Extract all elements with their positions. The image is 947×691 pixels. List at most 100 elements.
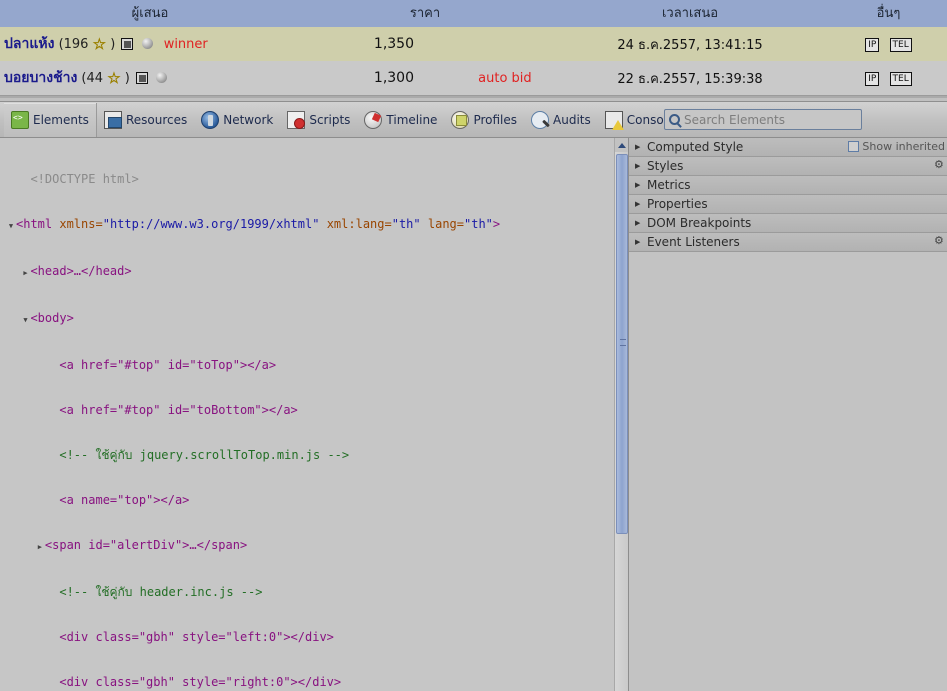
sidebar-section-dom-breakpoints[interactable]: ▶ DOM Breakpoints <box>629 214 947 233</box>
gear-icon[interactable]: ⚙ <box>934 235 945 246</box>
show-inherited-control[interactable]: Show inherited <box>848 140 945 153</box>
chevron-right-icon: ▶ <box>635 238 641 246</box>
section-label: Styles <box>647 159 684 173</box>
dom-line[interactable]: <body> <box>6 311 628 328</box>
gear-icon[interactable]: ⚙ <box>934 159 945 170</box>
tag-div-gbh-left: <div class="gbh" style="left:0"></div> <box>59 630 334 644</box>
col-header-bidder: ผู้เสนอ <box>0 0 300 27</box>
dom-line[interactable]: <a href="#top" id="toTop"></a> <box>6 358 628 373</box>
tab-label: Elements <box>33 112 89 127</box>
attr-value: "th" <box>464 217 493 231</box>
dom-line[interactable]: <span id="alertDiv">…</span> <box>6 538 628 555</box>
sidebar-section-properties[interactable]: ▶ Properties <box>629 195 947 214</box>
dom-tree-pane[interactable]: <!DOCTYPE html> <html xmlns="http://www.… <box>0 138 628 691</box>
dom-line[interactable]: <div class="gbh" style="left:0"></div> <box>6 630 628 645</box>
price-cell: 1,300 auto bid <box>300 61 550 95</box>
bidder-name-link[interactable]: บอยบางช้าง <box>4 70 77 86</box>
bidder-name-link[interactable]: ปลาแห้ง <box>4 36 54 52</box>
comment-jquery: <!-- ใช้คู่กับ jquery.scrollToTop.min.js… <box>59 448 350 462</box>
resources-icon <box>103 110 122 129</box>
attr: xmlns= <box>59 217 103 231</box>
bid-table-header-row: ผู้เสนอ ราคา เวลาเสนอ อื่นๆ <box>0 0 947 27</box>
chevron-right-icon: ▶ <box>635 219 641 227</box>
styles-actions[interactable]: ⚙ <box>934 159 945 170</box>
dom-line[interactable]: <head>…</head> <box>6 264 628 281</box>
tab-label: Timeline <box>386 112 438 127</box>
other-cell: IP TEL <box>830 61 947 95</box>
bidder-score-close: ) <box>124 71 130 86</box>
col-header-price: ราคา <box>300 0 550 27</box>
ip-tag-icon[interactable]: IP <box>865 72 880 86</box>
tag-body: <body> <box>30 311 74 325</box>
sidebar-section-computed-style[interactable]: ▶ Computed Style Show inherited <box>629 138 947 157</box>
event-listeners-actions[interactable]: ⚙ <box>934 235 945 246</box>
tab-scripts[interactable]: Scripts <box>280 103 357 137</box>
section-label: DOM Breakpoints <box>647 216 752 230</box>
network-icon <box>201 110 220 129</box>
sidebar-section-styles[interactable]: ▶ Styles ⚙ <box>629 157 947 176</box>
scripts-icon <box>287 110 306 129</box>
show-inherited-label: Show inherited <box>862 140 945 153</box>
dom-line[interactable]: <a name="top"></a> <box>6 493 628 508</box>
id-card-icon[interactable] <box>121 38 134 50</box>
status-ball-icon <box>141 38 153 49</box>
bid-time: 24 ธ.ค.2557, 13:41:15 <box>550 27 830 61</box>
table-row[interactable]: บอยบางช้าง (44 ☆ ) 1,300 auto bid 22 ธ.ค… <box>0 61 947 95</box>
search-input[interactable]: Search Elements <box>664 109 862 130</box>
id-card-icon[interactable] <box>136 72 148 84</box>
dom-line[interactable]: <!-- ใช้คู่กับ jquery.scrollToTop.min.js… <box>6 448 628 463</box>
section-label: Properties <box>647 197 708 211</box>
tag-a-anchor: <a name="top"></a> <box>59 493 190 507</box>
bid-table: ผู้เสนอ ราคา เวลาเสนอ อื่นๆ ปลาแห้ง (196… <box>0 0 947 95</box>
chevron-right-icon: ▶ <box>635 200 641 208</box>
search-icon <box>669 114 680 125</box>
table-row[interactable]: ปลาแห้ง (196 ☆ ) winner 1,350 24 ธ.ค.255… <box>0 27 947 61</box>
attr-value: "th" <box>391 217 421 231</box>
auction-page-area: ผู้เสนอ ราคา เวลาเสนอ อื่นๆ ปลาแห้ง (196… <box>0 0 947 98</box>
dom-line[interactable]: <!-- ใช้คู่กับ header.inc.js --> <box>6 585 628 600</box>
scrollbar-thumb[interactable] <box>616 154 628 534</box>
price-cell: 1,350 <box>300 27 550 61</box>
bidder-score: (196 <box>58 37 89 52</box>
tab-profiles[interactable]: Profiles <box>444 103 524 137</box>
dom-tree-scrollbar[interactable] <box>614 138 628 691</box>
audits-icon <box>531 110 550 129</box>
tel-tag-icon[interactable]: TEL <box>889 72 912 86</box>
doctype-line: <!DOCTYPE html> <box>30 172 139 186</box>
dom-line[interactable]: <a href="#top" id="toBottom"></a> <box>6 403 628 418</box>
sidebar-section-event-listeners[interactable]: ▶ Event Listeners ⚙ <box>629 233 947 252</box>
tab-label: Profiles <box>473 112 518 127</box>
timeline-icon <box>364 110 383 129</box>
tab-audits[interactable]: Audits <box>524 103 598 137</box>
console-icon <box>604 110 624 130</box>
devtools-body: <!DOCTYPE html> <html xmlns="http://www.… <box>0 138 947 691</box>
devtools-window: Elements Resources Network Scripts Timel… <box>0 101 947 691</box>
search-placeholder: Search Elements <box>684 112 785 127</box>
attr: xml:lang= <box>326 217 392 231</box>
col-header-time: เวลาเสนอ <box>550 0 830 27</box>
dom-line[interactable]: <html xmlns="http://www.w3.org/1999/xhtm… <box>6 217 628 234</box>
tel-tag-icon[interactable]: TEL <box>889 38 912 52</box>
tab-network[interactable]: Network <box>194 103 280 137</box>
ip-tag-icon[interactable]: IP <box>865 38 880 52</box>
dom-tree: <!DOCTYPE html> <html xmlns="http://www.… <box>0 142 628 691</box>
tab-timeline[interactable]: Timeline <box>357 103 444 137</box>
section-label: Computed Style <box>647 140 744 154</box>
section-label: Metrics <box>647 178 691 192</box>
bidder-cell: บอยบางช้าง (44 ☆ ) <box>0 61 300 95</box>
tag-html: <html <box>16 217 60 231</box>
tag-head: <head>…</head> <box>30 264 132 278</box>
show-inherited-checkbox[interactable] <box>848 141 860 152</box>
star-icon[interactable]: ☆ <box>92 36 106 52</box>
tab-label: Scripts <box>309 112 351 127</box>
chevron-right-icon: ▶ <box>635 162 641 170</box>
tab-elements[interactable]: Elements <box>4 102 97 137</box>
dom-line[interactable]: <!DOCTYPE html> <box>6 172 628 187</box>
sidebar-section-metrics[interactable]: ▶ Metrics <box>629 176 947 195</box>
star-icon[interactable]: ☆ <box>107 70 121 86</box>
scroll-up-arrow-icon[interactable] <box>615 138 628 152</box>
price-value: 1,350 <box>373 36 414 52</box>
winner-badge: winner <box>163 37 208 52</box>
tab-resources[interactable]: Resources <box>97 103 194 137</box>
dom-line[interactable]: <div class="gbh" style="right:0"></div> <box>6 675 628 690</box>
